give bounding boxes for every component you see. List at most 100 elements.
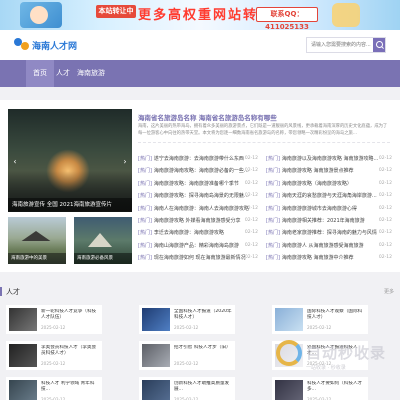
headline-title[interactable]: 海南省名旅游岛名称 海南省名旅游岛名称有哪些 (138, 112, 277, 122)
article-list-left: [热门] 遂宁去海南旅游：去海南旅游带什么东西 02-12 [热门] 海南旅游海南攻略… (138, 153, 266, 265)
list-item-tag: [热门] (266, 255, 280, 262)
list-item-tag: [热门] (138, 193, 152, 200)
list-item-date: 02-12 (378, 205, 392, 211)
list-item-title[interactable]: 海南天涯的哀愁旅游与天涯海角海岸旅游... (282, 190, 377, 202)
search-icon[interactable] (373, 38, 385, 52)
card-image (275, 380, 303, 400)
top-banner-ad[interactable]: 本站转让中 更多高权重网站转让 联系QQ：411025133 (0, 0, 400, 30)
card-title[interactable]: 国际科技人才观察（国际科技人才） (307, 309, 365, 321)
list-item-date: 02-12 (378, 255, 392, 261)
list-item-tag: [热门] (266, 242, 280, 249)
list-item-date: 02-12 (378, 230, 392, 236)
search-input[interactable] (307, 38, 373, 52)
list-item-tag: [热门] (266, 230, 280, 237)
section-header: 人才 更多 (0, 283, 400, 299)
headline-description: 海南，这片美丽的热带海岛，拥有着众多美丽的旅游景点，它们既是一道靓丽的风景线，更… (138, 124, 388, 136)
list-item[interactable]: [热门] 海南旅游攻略：海南旅游准备哪个季节 02-12 (138, 178, 266, 190)
logo-icon (14, 38, 30, 52)
list-item-title[interactable]: 海南旅游人 从海南旅游感受海南旅游 (282, 240, 364, 252)
talent-card[interactable]: 新一轮科技人才竞争（科技人才队伍） 2025-02-12 (6, 305, 102, 334)
card-title[interactable]: 科技人才 利学领域 青年科技... (41, 381, 99, 393)
list-item[interactable]: [热门] 海南旅游旅游城市去海南旅游心得 02-12 (266, 203, 394, 215)
card-title[interactable]: 李奥会员科技人才（李奥会员科技人才） (41, 345, 99, 357)
list-item[interactable]: [热门] 海南老家旅游推荐：探寻海南的魅力与风情 02-12 (266, 227, 394, 239)
list-item-title[interactable]: 海南旅游旅游城市去海南旅游心得 (282, 203, 357, 215)
list-item-title[interactable]: 海南旅游攻略（海南旅游攻略） (282, 178, 352, 190)
slider-caption[interactable]: 海南旅游宣传 全国 2021海南旅游宣传片 (8, 198, 132, 212)
list-item[interactable]: [热门] 海南人在海南旅游：海南人去海南旅游攻略 02-12 (138, 203, 266, 215)
list-item-title[interactable]: 海南旅游攻略 外媒看海南旅游感受分享 (154, 215, 241, 227)
card-title[interactable]: 招才引智 科技人才步（旧） (174, 345, 232, 357)
list-item-title[interactable]: 海南老家旅游推荐：探寻海南的魅力与风情 (282, 227, 377, 239)
list-item-date: 02-12 (244, 230, 258, 236)
list-item-title[interactable]: 海南旅游海南攻略：海南旅游必备的一些... (154, 165, 249, 177)
watermark-subtext: 一站收录 · 秒收录 (306, 365, 346, 371)
list-item-date: 02-12 (378, 168, 392, 174)
watermark-logo-icon (276, 340, 302, 366)
card-title[interactable]: 新一轮科技人才竞争（科技人才队伍） (41, 309, 99, 321)
list-item[interactable]: [热门] 海南旅游以及海南旅游攻略 海南旅游攻略... 02-12 (266, 153, 394, 165)
talent-card[interactable]: 李奥会员科技人才（李奥会员科技人才） 2025-02-12 (6, 341, 102, 370)
card-title[interactable]: 创新科技人才助推高质量发展... (174, 381, 232, 393)
list-item-title[interactable]: 李迁去海南旅游：海南旅游攻略 (154, 227, 224, 239)
site-logo[interactable]: 海南人才网 (14, 38, 77, 52)
list-item-title[interactable]: 海南旅游攻略：海南旅游准备哪个季节 (154, 178, 239, 190)
card-image (142, 344, 170, 367)
list-item-title[interactable]: 遂宁去海南旅游：去海南旅游带什么东西 (154, 153, 244, 165)
slider-prev-icon[interactable]: ‹ (11, 157, 19, 167)
list-item-title[interactable]: 海南人在海南旅游：海南人去海南旅游攻略 (154, 203, 249, 215)
image-slider[interactable]: ‹ › 海南旅游宣传 全国 2021海南旅游宣传片 (8, 109, 132, 212)
list-item-title[interactable]: 海南旅游以及海南旅游攻略 海南旅游攻略... (282, 153, 378, 165)
talent-card[interactable]: 创新科技人才助推高质量发展... 2025-02-12 (139, 377, 235, 400)
thumb-caption[interactable]: 海南旅游中的美景 (8, 253, 66, 264)
divider (138, 142, 390, 143)
card-image (9, 344, 37, 367)
talent-card[interactable]: 国际科技人才观察（国际科技人才） 2025-02-12 (272, 305, 368, 334)
talent-card[interactable]: 科技人才 利学领域 青年科技... 2025-02-12 (6, 377, 102, 400)
talent-card[interactable]: 全国科技人才报道（2020年科技人才） 2025-02-12 (139, 305, 235, 334)
thumb-card[interactable]: 海南旅游必备风景 (74, 217, 132, 264)
watermark-text: 自动秒收录 (306, 344, 387, 362)
list-item-date: 02-12 (244, 255, 258, 261)
talent-card[interactable]: 招才引智 科技人才步（旧） 2025-02-12 (139, 341, 235, 370)
section-title: 人才 (6, 288, 20, 296)
list-item-title[interactable]: 海南旅游攻略：探寻海南岛海景的无限魅... (154, 190, 249, 202)
list-item[interactable]: [热门] 海南旅游攻略 海南旅游中介推荐 02-12 (266, 252, 394, 264)
card-title[interactable]: 科技人才要如何（科技人才多... (307, 381, 365, 393)
nav-item-talent[interactable]: 人才 (54, 60, 72, 87)
list-item[interactable]: [热门] 遂宁去海南旅游：去海南旅游带什么东西 02-12 (138, 153, 266, 165)
main-nav: 首页 人才 海南旅游 (0, 60, 400, 87)
thumb-card[interactable]: 海南旅游中的美景 (8, 217, 66, 264)
thumb-caption[interactable]: 海南旅游必备风景 (74, 253, 132, 264)
list-item[interactable]: [热门] 海南旅游海南攻略：海南旅游必备的一些... 02-12 (138, 165, 266, 177)
list-item[interactable]: [热门] 现在海南旅游如何 现在海南旅游最新情况 02-12 (138, 252, 266, 264)
banner-illustration (20, 2, 62, 28)
list-item-title[interactable]: 海南山海旅游产品：精彩海南海岛旅游 (154, 240, 239, 252)
featured-section: ‹ › 海南旅游宣传 全国 2021海南旅游宣传片 海南旅游中的美景 海南旅游必… (0, 100, 400, 272)
list-item-title[interactable]: 海南旅游攻略 海南旅游景点推荐 (282, 165, 354, 177)
list-item-title[interactable]: 海南旅游攻略 海南旅游中介推荐 (282, 252, 354, 264)
list-item[interactable]: [热门] 海南旅游攻略（海南旅游攻略） 02-12 (266, 178, 394, 190)
list-item-date: 02-12 (244, 205, 258, 211)
card-date: 2025-02-12 (41, 361, 66, 366)
banner-title: 更多高权重网站转让 (138, 8, 274, 23)
list-item[interactable]: [热门] 海南旅游攻略：探寻海南岛海景的无限魅... 02-12 (138, 190, 266, 202)
card-date: 2025-02-12 (174, 361, 199, 366)
list-item[interactable]: [热门] 海南旅游相关推荐：2021年海南旅游 02-12 (266, 215, 394, 227)
banner-contact[interactable]: 联系QQ：411025133 (256, 7, 318, 30)
list-item[interactable]: [热门] 海南旅游攻略 外媒看海南旅游感受分享 02-12 (138, 215, 266, 227)
list-item[interactable]: [热门] 李迁去海南旅游：海南旅游攻略 02-12 (138, 227, 266, 239)
list-item-title[interactable]: 海南旅游相关推荐：2021年海南旅游 (282, 215, 365, 227)
list-item[interactable]: [热门] 海南旅游攻略 海南旅游景点推荐 02-12 (266, 165, 394, 177)
nav-item-home[interactable]: 首页 (26, 60, 54, 87)
list-item[interactable]: [热门] 海南山海旅游产品：精彩海南海岛旅游 02-12 (138, 240, 266, 252)
list-item-tag: [热门] (138, 255, 152, 262)
slider-next-icon[interactable]: › (121, 157, 129, 167)
list-item-date: 02-12 (378, 156, 392, 161)
list-item[interactable]: [热门] 海南天涯的哀愁旅游与天涯海角海岸旅游... 02-12 (266, 190, 394, 202)
more-link[interactable]: 更多 (384, 288, 394, 295)
list-item[interactable]: [热门] 海南旅游人 从海南旅游感受海南旅游 02-12 (266, 240, 394, 252)
nav-item-hainan-travel[interactable]: 海南旅游 (76, 60, 106, 87)
list-item-title[interactable]: 现在海南旅游如何 现在海南旅游最新情况 (154, 252, 246, 264)
card-title[interactable]: 全国科技人才报道（2020年科技人才） (174, 309, 232, 321)
